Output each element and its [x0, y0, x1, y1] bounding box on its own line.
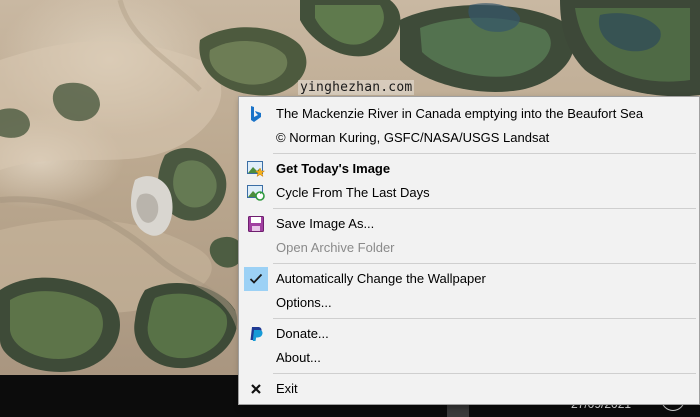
- checkmark-icon: [246, 269, 266, 289]
- menu-separator: [273, 263, 696, 264]
- close-icon: [246, 379, 266, 399]
- menu-open-archive-folder: Open Archive Folder: [242, 236, 696, 260]
- donate-label: Donate...: [276, 326, 329, 341]
- bing-logo-icon: [246, 104, 266, 124]
- menu-donate[interactable]: Donate...: [242, 322, 696, 346]
- menu-auto-change-wallpaper[interactable]: Automatically Change the Wallpaper: [242, 267, 696, 291]
- options-label: Options...: [276, 295, 332, 310]
- menu-copyright[interactable]: © Norman Kuring, GSFC/NASA/USGS Landsat: [242, 126, 696, 150]
- open-archive-folder-label: Open Archive Folder: [276, 240, 395, 255]
- watermark-text: yinghezhan.com: [298, 80, 415, 95]
- menu-options[interactable]: Options...: [242, 291, 696, 315]
- menu-wallpaper-title[interactable]: The Mackenzie River in Canada emptying i…: [242, 102, 696, 126]
- image-refresh-icon: [246, 183, 266, 203]
- cycle-label: Cycle From The Last Days: [276, 185, 430, 200]
- tray-context-menu: The Mackenzie River in Canada emptying i…: [238, 96, 700, 405]
- menu-save-image-as[interactable]: Save Image As...: [242, 212, 696, 236]
- floppy-disk-icon: [246, 214, 266, 234]
- get-todays-image-label: Get Today's Image: [276, 161, 391, 176]
- menu-exit[interactable]: Exit: [242, 377, 696, 401]
- menu-separator: [273, 153, 696, 154]
- auto-change-wallpaper-label: Automatically Change the Wallpaper: [276, 271, 486, 286]
- menu-about[interactable]: About...: [242, 346, 696, 370]
- paypal-icon: [246, 324, 266, 344]
- about-label: About...: [276, 350, 321, 365]
- menu-separator: [273, 318, 696, 319]
- image-star-icon: [246, 159, 266, 179]
- save-image-as-label: Save Image As...: [276, 216, 375, 231]
- copyright-text: © Norman Kuring, GSFC/NASA/USGS Landsat: [276, 130, 550, 145]
- menu-separator: [273, 208, 696, 209]
- menu-cycle-last-days[interactable]: Cycle From The Last Days: [242, 181, 696, 205]
- wallpaper-title-text: The Mackenzie River in Canada emptying i…: [276, 106, 644, 121]
- menu-get-todays-image[interactable]: Get Today's Image: [242, 157, 696, 181]
- menu-separator: [273, 373, 696, 374]
- exit-label: Exit: [276, 381, 298, 396]
